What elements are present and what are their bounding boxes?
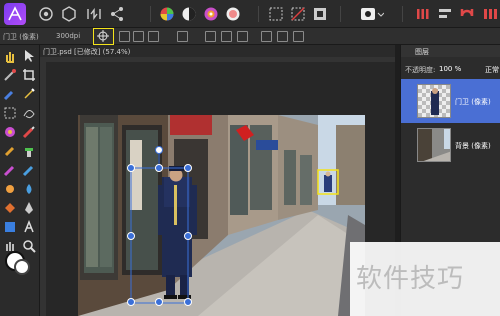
invert-selection-icon[interactable]	[312, 6, 328, 22]
persona-develop-icon[interactable]	[86, 6, 102, 22]
layer-row-guard[interactable]: 门卫 (像素)	[401, 79, 500, 123]
transform-handle-mr[interactable]	[184, 232, 192, 240]
main-toolbar	[0, 0, 500, 28]
transform-handle-bm[interactable]	[155, 298, 163, 306]
erase-tool-icon[interactable]	[3, 162, 17, 177]
snap-magnet-icon[interactable]	[459, 6, 475, 22]
color-balance-icon[interactable]	[203, 6, 219, 22]
watermark: 软件技巧	[350, 242, 500, 316]
zoom-tool-icon[interactable]	[22, 238, 36, 253]
assistant-icon[interactable]	[482, 6, 498, 22]
clone-tool-icon[interactable]	[22, 143, 36, 157]
curves-icon[interactable]	[225, 6, 241, 22]
share-icon[interactable]	[109, 6, 125, 22]
dodge-tool-icon[interactable]	[3, 143, 17, 157]
layer-name-label: 门卫 (像素)	[3, 33, 39, 41]
align-center-icon[interactable]	[221, 31, 232, 42]
levels-icon[interactable]	[181, 6, 197, 22]
layer-name: 背景 (像素)	[455, 142, 491, 150]
secondary-color-swatch[interactable]	[14, 259, 30, 275]
crop-tool-icon[interactable]	[22, 67, 36, 81]
layers-panel-title: 图层	[415, 48, 429, 56]
align-left-icon[interactable]	[205, 31, 216, 42]
transform-handle-ml[interactable]	[127, 232, 135, 240]
layer-row-background[interactable]: 背景 (像素)	[401, 123, 500, 167]
gradient-tool-icon[interactable]	[3, 200, 17, 214]
transform-handle-tr[interactable]	[184, 164, 192, 172]
opacity-label: 不透明度:	[405, 66, 436, 74]
canvas-photo[interactable]	[78, 115, 365, 316]
transform-icon[interactable]	[119, 31, 130, 42]
blur-tool-icon[interactable]	[22, 181, 36, 195]
flood-select-tool-icon[interactable]	[22, 86, 36, 100]
context-toolbar: 门卫 (像素) 300dpi	[0, 28, 500, 45]
transform-handle-tm[interactable]	[155, 164, 163, 172]
align-bottom-icon[interactable]	[293, 31, 304, 42]
rotate-icon[interactable]	[133, 31, 144, 42]
persona-liquify-icon[interactable]	[61, 6, 77, 22]
selection-brush-tool-icon[interactable]	[3, 86, 17, 101]
opacity-row: 不透明度: 100 % 正常	[401, 63, 500, 75]
marquee-select-icon[interactable]	[268, 6, 284, 22]
app-logo-icon	[4, 3, 26, 25]
layers-panel-header: 图层	[401, 45, 500, 57]
quick-mask-icon[interactable]	[360, 6, 385, 22]
text-tool-icon[interactable]	[22, 219, 36, 233]
snapping-icon[interactable]	[415, 6, 431, 22]
anchor-point-button[interactable]	[93, 28, 114, 45]
color-picker-tool-icon[interactable]	[3, 67, 17, 81]
document-title: 门卫.psd [已修改] (57.4%)	[43, 48, 131, 56]
layer-thumbnail	[417, 128, 451, 162]
flip-icon[interactable]	[148, 31, 159, 42]
align-middle-icon[interactable]	[277, 31, 288, 42]
blend-mode-select[interactable]: 正常	[485, 65, 499, 75]
document-tab[interactable]: 门卫.psd [已修改] (57.4%)	[40, 45, 395, 57]
transform-handle-tl[interactable]	[127, 164, 135, 172]
inpainting-tool-icon[interactable]	[22, 162, 36, 177]
paint-brush-tool-icon[interactable]	[22, 124, 36, 139]
align-right-icon[interactable]	[237, 31, 248, 42]
layer-thumbnail	[417, 84, 451, 118]
flood-fill-tool-icon[interactable]	[3, 124, 17, 138]
marquee-tool-icon[interactable]	[3, 105, 17, 119]
align-top-icon[interactable]	[261, 31, 272, 42]
blemish-tool-icon[interactable]	[3, 181, 17, 195]
view-tool-icon[interactable]	[3, 48, 17, 63]
freehand-select-tool-icon[interactable]	[22, 105, 36, 119]
watermark-text: 软件技巧	[356, 264, 465, 294]
shape-tool-icon[interactable]	[3, 219, 17, 233]
rotate-handle[interactable]	[155, 146, 163, 154]
hsl-adjust-icon[interactable]	[159, 6, 175, 22]
transform-handle-bl[interactable]	[127, 298, 135, 306]
persona-photo-icon[interactable]	[38, 6, 54, 22]
hand-tool-icon[interactable]	[3, 238, 17, 252]
opacity-value[interactable]: 100 %	[439, 65, 461, 73]
tools-panel	[0, 45, 40, 316]
crop-icon[interactable]	[177, 31, 188, 42]
pen-tool-icon[interactable]	[22, 200, 36, 214]
move-tool-icon[interactable]	[22, 48, 36, 62]
transform-handle-br[interactable]	[184, 298, 192, 306]
align-icon[interactable]	[437, 6, 453, 22]
dpi-label: 300dpi	[56, 32, 81, 40]
layer-name: 门卫 (像素)	[455, 98, 491, 106]
deselect-icon[interactable]	[290, 6, 306, 22]
